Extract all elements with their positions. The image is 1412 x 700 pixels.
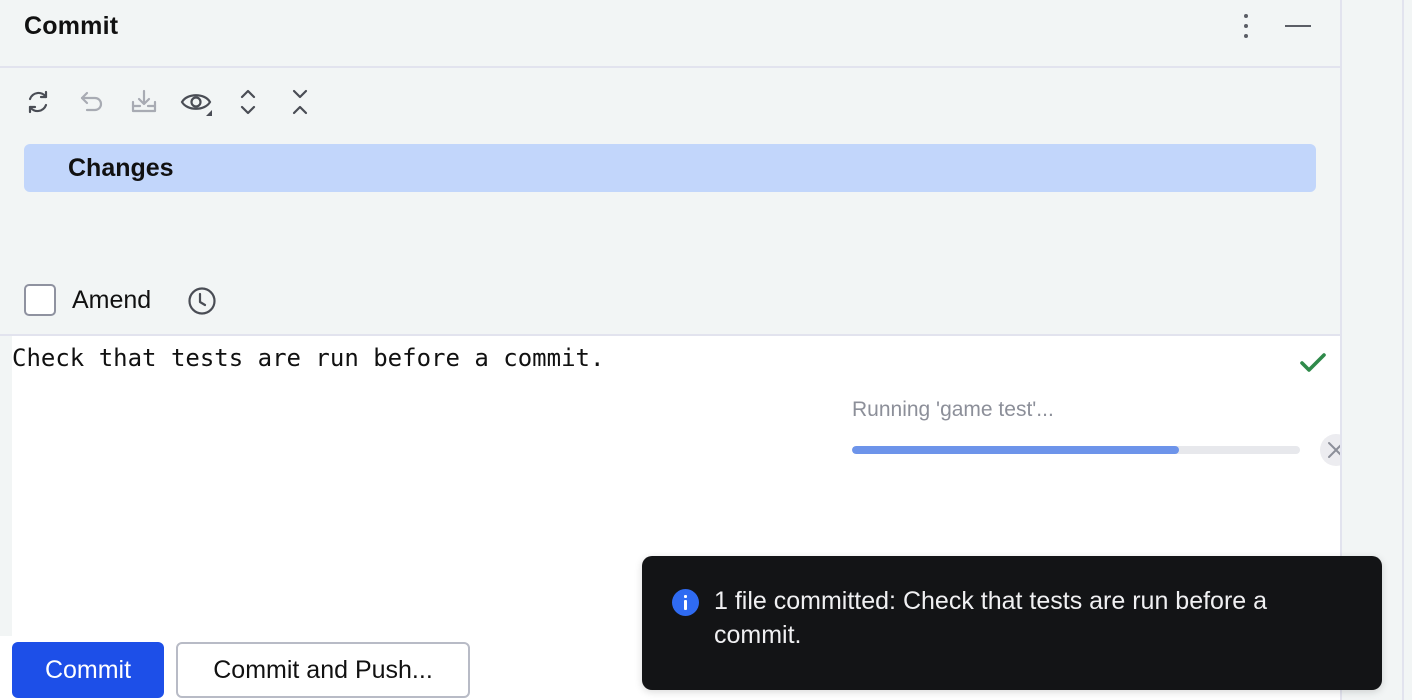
commit-message-text[interactable]: Check that tests are run before a commit…: [12, 344, 604, 372]
undo-icon: [80, 91, 103, 112]
progress-bar-fill: [852, 446, 1180, 454]
changes-list-node[interactable]: Changes: [24, 144, 1316, 192]
changes-label: Changes: [68, 154, 174, 182]
collapse-all-button[interactable]: [280, 82, 320, 122]
commit-history-button[interactable]: [186, 285, 218, 317]
shelve-button[interactable]: [124, 82, 164, 122]
refresh-button[interactable]: [18, 82, 58, 122]
tool-window-title: Commit: [24, 12, 119, 40]
info-icon: [672, 589, 699, 616]
rollback-button[interactable]: [72, 82, 112, 122]
info-icon-bar: [684, 600, 687, 610]
view-options-button[interactable]: [176, 82, 216, 122]
minimize-button[interactable]: [1282, 14, 1314, 38]
commit-button[interactable]: Commit: [12, 642, 164, 698]
tool-window-header: Commit: [0, 0, 1340, 66]
eye-icon: [180, 94, 212, 116]
amend-checkbox[interactable]: [24, 284, 56, 316]
info-icon-dot: [684, 595, 687, 598]
commit-notification[interactable]: 1 file committed: Check that tests are r…: [642, 556, 1382, 690]
more-vertical-icon: [1244, 14, 1248, 18]
clock-icon: [188, 287, 216, 315]
expand-all-button[interactable]: [228, 82, 268, 122]
more-vertical-icon-dot: [1244, 24, 1248, 28]
collapse-all-icon: [292, 89, 308, 115]
expand-all-icon: [240, 89, 256, 115]
download-tray-icon: [131, 89, 157, 113]
notification-text: 1 file committed: Check that tests are r…: [714, 587, 1268, 649]
amend-label[interactable]: Amend: [72, 286, 151, 315]
refresh-icon: [28, 90, 48, 114]
progress-label: Running 'game test'...: [852, 398, 1054, 421]
header-divider: [0, 66, 1340, 68]
commit-and-push-button[interactable]: Commit and Push...: [176, 642, 470, 698]
progress-bar: [852, 446, 1300, 454]
check-icon: [1300, 353, 1326, 372]
minimize-icon: [1285, 25, 1311, 27]
more-options-button[interactable]: [1234, 12, 1258, 42]
edge-strip: [1404, 0, 1412, 700]
more-vertical-icon-dot: [1244, 34, 1248, 38]
